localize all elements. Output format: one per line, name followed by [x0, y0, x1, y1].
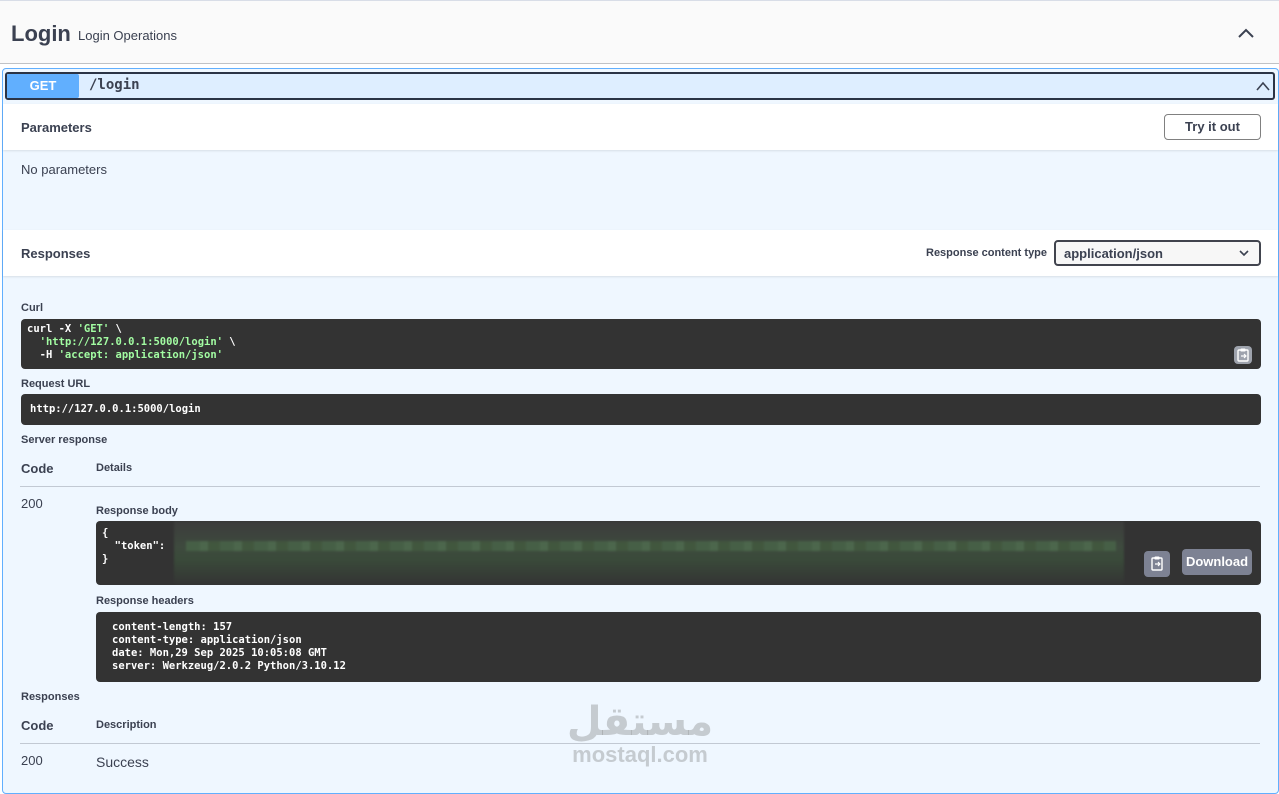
response-row-description: Success — [96, 754, 149, 770]
response-header-line: server: Werkzeug/2.0.2 Python/3.10.12 — [112, 660, 346, 672]
chevron-down-icon — [1239, 250, 1249, 257]
chevron-up-icon[interactable] — [1234, 21, 1258, 45]
operation-path: /login — [89, 77, 140, 93]
clipboard-icon — [1151, 556, 1163, 571]
parameters-title: Parameters — [21, 120, 92, 135]
copy-response-button[interactable] — [1144, 551, 1170, 577]
response-body-label: Response body — [96, 505, 178, 517]
response-header-line: content-length: 157 — [112, 621, 233, 633]
body-line-3: } — [102, 553, 109, 565]
operation-summary[interactable]: GET /login — [5, 72, 1275, 100]
curl-line-2: 'http://127.0.0.1:5000/login' \ — [39, 336, 236, 348]
watermark-latin: mostaql.com — [572, 742, 708, 767]
response-header-line: date: Mon,29 Sep 2025 10:05:08 GMT — [112, 647, 327, 659]
responses-table-label: Responses — [21, 691, 80, 703]
response-content-type-label: Response content type — [926, 247, 1048, 259]
try-it-out-button[interactable]: Try it out — [1164, 114, 1261, 140]
redacted-token — [174, 521, 1124, 585]
copy-curl-button[interactable] — [1234, 346, 1252, 364]
curl-line-1: curl -X 'GET' \ — [27, 323, 122, 335]
response-headers-box[interactable]: content-length: 157 content-type: applic… — [96, 612, 1261, 682]
curl-command-box[interactable]: curl -X 'GET' \ 'http://127.0.0.1:5000/l… — [21, 319, 1261, 369]
response-header-line: content-type: application/json — [112, 634, 302, 646]
tag-title: Login — [11, 21, 71, 46]
request-url-box[interactable]: http://127.0.0.1:5000/login — [21, 394, 1261, 425]
request-url-label: Request URL — [21, 378, 91, 390]
server-response-label: Server response — [21, 434, 108, 446]
responses-title: Responses — [21, 246, 91, 261]
no-parameters-text: No parameters — [21, 162, 107, 177]
tag-header[interactable]: Login Login Operations — [0, 0, 1279, 64]
body-line-2: "token": — [102, 540, 166, 552]
watermark-arabic: مستقل — [566, 699, 714, 745]
responses-code-header: Code — [21, 718, 54, 733]
curl-label: Curl — [21, 302, 43, 314]
parameters-header: Parameters Try it out — [3, 104, 1278, 150]
request-url-value: http://127.0.0.1:5000/login — [30, 403, 201, 415]
response-row-code: 200 — [21, 753, 43, 768]
server-response-code: 200 — [21, 496, 43, 511]
curl-line-3: -H 'accept: application/json' — [27, 349, 223, 361]
server-response-details-header: Details — [96, 462, 133, 474]
response-body-box[interactable]: { "token": } Download — [96, 521, 1261, 585]
table-divider — [20, 486, 1260, 487]
server-response-code-header: Code — [21, 461, 54, 476]
response-content-type-select[interactable]: application/json — [1054, 240, 1261, 266]
clipboard-icon — [1237, 348, 1249, 362]
selected-content-type: application/json — [1064, 246, 1163, 261]
tag-description: Login Operations — [78, 28, 178, 43]
response-headers-label: Response headers — [96, 595, 194, 607]
responses-description-header: Description — [96, 719, 157, 731]
download-button[interactable]: Download — [1182, 549, 1252, 575]
responses-header: Responses Response content type applicat… — [3, 230, 1278, 276]
body-line-1: { — [102, 527, 109, 539]
http-method-badge: GET — [7, 74, 79, 98]
chevron-up-icon[interactable] — [1255, 78, 1271, 94]
operation-block — [2, 68, 1279, 794]
watermark: مستقل mostaql.com — [560, 700, 720, 766]
